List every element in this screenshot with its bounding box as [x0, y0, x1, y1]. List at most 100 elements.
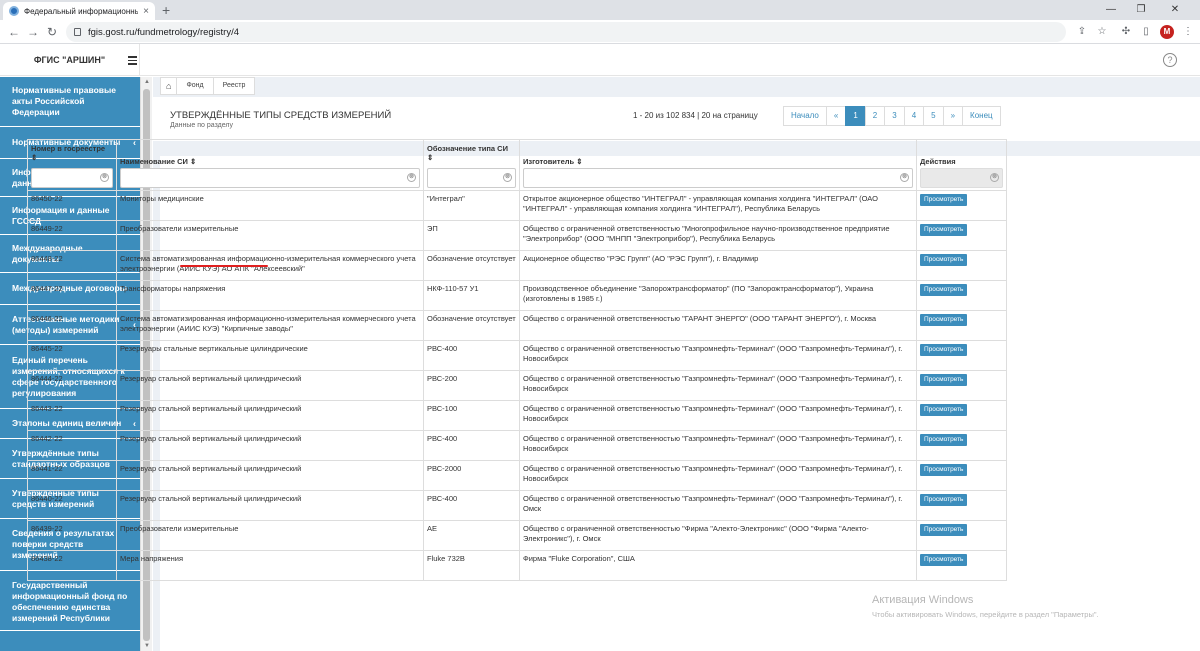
cell-name: Преобразователи измерительные	[116, 520, 424, 551]
page-prev-button[interactable]: «	[825, 106, 847, 126]
table-row: 86442-22 Резервуар стальной вертикальный …	[27, 430, 1007, 461]
view-button[interactable]: Просмотреть	[920, 374, 968, 386]
cell-actions: Просмотреть	[916, 520, 1007, 551]
back-arrow-icon[interactable]: ←	[6, 24, 22, 40]
cell-maker: Открытое акционерное общество "ИНТЕГРАЛ"…	[519, 190, 917, 221]
filter-reg-number-input[interactable]: ⊗	[31, 168, 113, 188]
bookmark-star-icon[interactable]: ☆	[1094, 24, 1110, 40]
page-title: УТВЕРЖДЁННЫЕ ТИПЫ СРЕДСТВ ИЗМЕРЕНИЙ	[170, 110, 392, 121]
cell-maker: Фирма "Fluke Corporation", США	[519, 550, 917, 581]
sort-icon[interactable]: ⇕	[31, 153, 37, 162]
column-header-maker[interactable]: Изготовитель ⇕ ⊗	[519, 139, 917, 191]
cell-type: АЕ	[423, 520, 520, 551]
view-button[interactable]: Просмотреть	[920, 344, 968, 356]
table-row: 86449-22 Преобразователи измерительные ЭП О…	[27, 220, 1007, 251]
page-5-button[interactable]: 5	[923, 106, 944, 126]
cell-reg-number: 86438-22	[27, 550, 117, 581]
page-4-button[interactable]: 4	[903, 106, 925, 126]
cell-maker: Производственное объединение "Запорожтра…	[519, 280, 917, 311]
view-button[interactable]: Просмотреть	[920, 554, 968, 566]
page-first-button[interactable]: Начало	[783, 106, 827, 126]
home-icon[interactable]: ⌂	[160, 77, 178, 95]
cell-actions: Просмотреть	[916, 250, 1007, 281]
windows-activation-watermark: Активация Windows Чтобы активировать Win…	[872, 594, 1099, 619]
clear-filter-icon[interactable]: ⊗	[100, 173, 109, 182]
view-button[interactable]: Просмотреть	[920, 464, 968, 476]
page-last-button[interactable]: Конец	[962, 106, 1001, 126]
profile-avatar[interactable]: M	[1160, 25, 1174, 39]
view-button[interactable]: Просмотреть	[920, 314, 968, 326]
column-label: Изготовитель	[523, 157, 575, 166]
table-row: 86443-22 Резервуар стальной вертикальный …	[27, 400, 1007, 431]
table-row: 86439-22 Преобразователи измерительные АЕ О…	[27, 520, 1007, 551]
close-window-icon[interactable]: ✕	[1160, 0, 1190, 20]
clear-filter-icon[interactable]: ⊗	[407, 173, 416, 182]
column-header-name[interactable]: Наименование СИ ⇕ ⊗	[116, 139, 424, 191]
sort-icon[interactable]: ⇕	[427, 153, 433, 162]
cell-actions: Просмотреть	[916, 220, 1007, 251]
maximize-window-icon[interactable]: ❐	[1126, 0, 1156, 20]
sidebar-item-legal-acts[interactable]: Нормативные правовые акты Российской Фед…	[0, 77, 140, 127]
cell-reg-number: 86447-22	[27, 280, 117, 311]
view-button[interactable]: Просмотреть	[920, 404, 968, 416]
reload-icon[interactable]: ↻	[44, 24, 60, 40]
new-tab-icon[interactable]: +	[162, 1, 170, 19]
cell-reg-number: 86450-22	[27, 190, 117, 221]
share-icon[interactable]: ⇪	[1074, 24, 1090, 40]
cell-name: Трансформаторы напряжения	[116, 280, 424, 311]
column-header-reg-number[interactable]: Номер в госреестре ⇕ ⊗	[27, 139, 117, 191]
view-button[interactable]: Просмотреть	[920, 194, 968, 206]
view-button[interactable]: Просмотреть	[920, 224, 968, 236]
breadcrumb: ⌂ Фонд Реестр	[160, 77, 256, 95]
cell-reg-number: 86440-22	[27, 490, 117, 521]
browser-menu-icon[interactable]: ⋮	[1180, 24, 1196, 40]
filter-type-input[interactable]: ⊗	[427, 168, 516, 188]
cell-actions: Просмотреть	[916, 190, 1007, 221]
column-label: Действия	[920, 157, 956, 166]
view-button[interactable]: Просмотреть	[920, 284, 968, 296]
column-label: Номер в госреестре	[31, 144, 106, 153]
lock-icon	[74, 28, 81, 36]
app-brand[interactable]: ФГИС "АРШИН"	[0, 44, 140, 76]
scroll-up-icon[interactable]: ▲	[144, 79, 150, 85]
table-row: 86450-22 Мониторы медицинские "Интеграл" От…	[27, 190, 1007, 221]
table-header-row: Номер в госреестре ⇕ ⊗ Наименование СИ ⇕…	[27, 139, 1007, 191]
app-top-bar	[140, 44, 1200, 76]
side-panel-icon[interactable]: ▯	[1138, 24, 1154, 40]
cell-name: Резервуар стальной вертикальный цилиндри…	[116, 400, 424, 431]
page-2-button[interactable]: 2	[864, 106, 886, 126]
browser-tab[interactable]: Федеральный информационный ×	[3, 2, 155, 20]
view-button[interactable]: Просмотреть	[920, 434, 968, 446]
cell-actions: Просмотреть	[916, 310, 1007, 341]
extensions-puzzle-icon[interactable]: ✣	[1118, 24, 1134, 40]
view-button[interactable]: Просмотреть	[920, 494, 968, 506]
clear-filter-icon[interactable]: ⊗	[900, 173, 909, 182]
page-1-button[interactable]: 1	[845, 106, 866, 126]
sort-icon[interactable]: ⇕	[576, 157, 582, 166]
address-bar[interactable]: fgis.gost.ru/fundmetrology/registry/4	[66, 22, 1066, 42]
filter-name-input[interactable]: ⊗	[120, 168, 420, 188]
cell-reg-number: 86442-22	[27, 430, 117, 461]
close-tab-icon[interactable]: ×	[143, 6, 149, 17]
hamburger-menu-icon[interactable]	[128, 56, 137, 67]
page-3-button[interactable]: 3	[884, 106, 905, 126]
sort-icon[interactable]: ⇕	[190, 157, 196, 166]
breadcrumb-item-registry[interactable]: Реестр	[213, 77, 256, 95]
clear-filter-icon[interactable]: ⊗	[503, 173, 512, 182]
view-button[interactable]: Просмотреть	[920, 524, 968, 536]
help-icon[interactable]: ?	[1163, 53, 1177, 67]
cell-reg-number: 86441-22	[27, 460, 117, 491]
view-button[interactable]: Просмотреть	[920, 254, 968, 266]
column-header-type[interactable]: Обозначение типа СИ ⇕ ⊗	[423, 139, 520, 191]
page-subtitle: Данные по разделу	[170, 122, 233, 129]
forward-arrow-icon[interactable]: →	[25, 24, 41, 40]
page-next-button[interactable]: »	[942, 106, 964, 126]
breadcrumb-item-fund[interactable]: Фонд	[177, 77, 214, 95]
filter-maker-input[interactable]: ⊗	[523, 168, 913, 188]
cell-maker: Общество с ограниченной ответственностью…	[519, 520, 917, 551]
cell-type: Fluke 732B	[423, 550, 520, 581]
scroll-down-icon[interactable]: ▼	[144, 643, 150, 649]
column-label: Обозначение типа СИ	[427, 144, 508, 153]
cell-maker: Общество с ограниченной ответственностью…	[519, 310, 917, 341]
minimize-window-icon[interactable]: —	[1096, 0, 1126, 20]
